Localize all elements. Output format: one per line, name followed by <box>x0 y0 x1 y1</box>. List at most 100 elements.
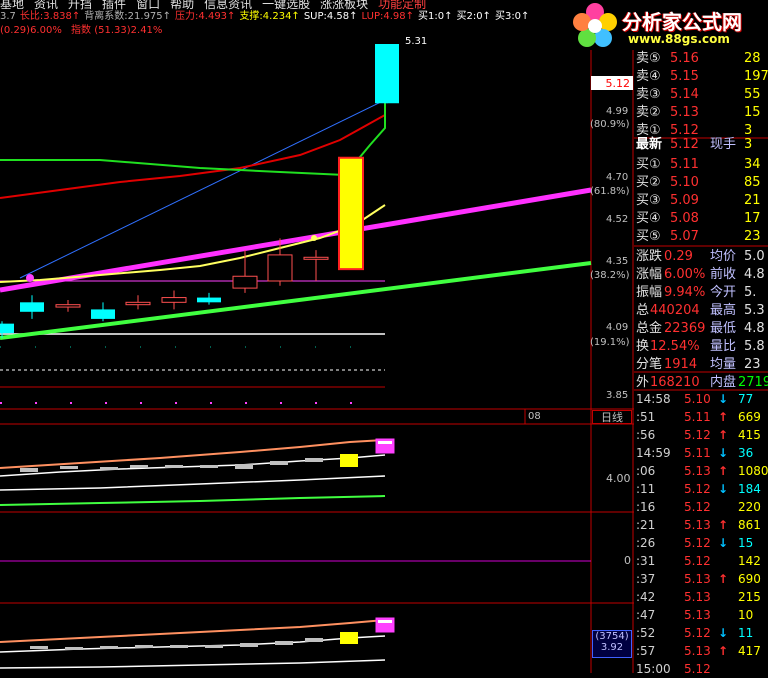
tick-row[interactable]: :42 5.13 215 <box>634 588 768 606</box>
tick-price: 5.13 <box>684 590 711 604</box>
stat-row: 换 12.54% 量比 5.8 <box>634 338 768 356</box>
marker-dot <box>26 274 34 282</box>
arrow-down-icon: ↓ <box>718 482 729 496</box>
tick-row[interactable]: :11 5.12 ↓ 184 <box>634 480 768 498</box>
tick-row[interactable]: :47 5.13 10 <box>634 606 768 624</box>
tick-row[interactable]: :31 5.12 142 <box>634 552 768 570</box>
price-axis-label: (38.2%) <box>590 270 630 281</box>
tick-time: :51 <box>636 410 656 424</box>
stat-value: 22369 <box>664 321 706 336</box>
stat-label: 总金 <box>636 321 663 336</box>
tick-volume: 184 <box>738 482 761 496</box>
tick-row[interactable]: 15:00 5.12 <box>634 660 768 678</box>
buy-level-row[interactable]: 买③ 5.09 21 <box>634 192 768 210</box>
tick-row[interactable]: :51 5.11 ↑ 669 <box>634 408 768 426</box>
tick-row[interactable]: 14:58 5.10 ↓ 77 <box>634 390 768 408</box>
tick-price: 5.12 <box>684 626 711 640</box>
last-price-row[interactable]: 最新 5.12 现手 3 <box>634 136 768 154</box>
candle-body <box>197 297 221 303</box>
menu-item-5[interactable]: 帮助 <box>170 0 194 10</box>
stat-row: 分笔 1914 均量 23 <box>634 356 768 374</box>
menu-item-2[interactable]: 升挡 <box>68 0 92 10</box>
stat-label: 振幅 <box>636 285 663 300</box>
price-axis-label: (19.1%) <box>590 337 630 348</box>
tick-volume: 77 <box>738 392 754 406</box>
sell-level-row[interactable]: 卖② 5.13 15 <box>634 104 768 122</box>
horizontal-levels <box>0 280 385 404</box>
arrow-up-icon: ↑ <box>718 464 729 478</box>
stat-value-2: 4.8 <box>744 321 765 336</box>
price-axis-label: 3.85 <box>606 390 629 401</box>
tick-time: :42 <box>636 590 656 604</box>
menu-item-4[interactable]: 窗口 <box>136 0 160 10</box>
menu-item-6[interactable]: 信息资讯 <box>204 0 252 10</box>
stat-value: 12.54% <box>650 339 700 354</box>
tick-price: 5.13 <box>684 572 711 586</box>
arrow-down-icon: ↓ <box>718 626 729 640</box>
menu-item-3[interactable]: 插件 <box>102 0 126 10</box>
tick-time: :57 <box>636 644 656 658</box>
tick-row[interactable]: :21 5.13 ↑ 861 <box>634 516 768 534</box>
tick-row[interactable]: :06 5.13 ↑ 1080 <box>634 462 768 480</box>
ma-green-line <box>0 85 386 177</box>
sell-level-row[interactable]: 卖⑤ 5.16 28 <box>634 50 768 68</box>
stat-row: 总 440204 最高 5.3 <box>634 302 768 320</box>
arrow-down-icon: ↓ <box>718 392 729 406</box>
site-logo: 分析家公式网 www.88gs.com <box>570 0 768 50</box>
tick-volume: 690 <box>738 572 761 586</box>
tick-time: :16 <box>636 500 656 514</box>
tick-price: 5.13 <box>684 518 711 532</box>
last-price: 5.12 <box>670 137 699 152</box>
tick-row[interactable]: :26 5.12 ↓ 15 <box>634 534 768 552</box>
candle-body <box>161 297 187 303</box>
flower-logo-icon <box>573 3 617 47</box>
buy-level-row[interactable]: 买② 5.10 85 <box>634 174 768 192</box>
stat-label-2: 量比 <box>710 339 737 354</box>
logo-url: www.88gs.com <box>628 32 730 46</box>
stat-row: 涨跌 0.29 均价 5.0 <box>634 248 768 266</box>
sell-level-row[interactable]: 卖③ 5.14 55 <box>634 86 768 104</box>
indicator-item-7: 买2:0↑ <box>456 11 491 22</box>
quote-label: 卖② <box>636 105 661 120</box>
menu-item-1[interactable]: 资讯 <box>34 0 58 10</box>
current-price-tag: 5.12 <box>606 77 631 90</box>
menu-item-8[interactable]: 涨涨板块 <box>320 0 368 10</box>
quote-volume: 197 <box>744 69 768 84</box>
price-axis-label: 4.70 <box>606 172 629 183</box>
tick-row[interactable]: :37 5.13 ↑ 690 <box>634 570 768 588</box>
sell-level-row[interactable]: 卖④ 5.15 197 <box>634 68 768 86</box>
menu-item-9[interactable]: 功能定制 <box>378 0 426 10</box>
tick-price: 5.12 <box>684 662 711 676</box>
stat-label-2: 今开 <box>710 285 737 300</box>
tab-daily[interactable]: 日线 <box>592 410 632 424</box>
tick-row[interactable]: :52 5.12 ↓ 11 <box>634 624 768 642</box>
tick-row[interactable]: :16 5.12 220 <box>634 498 768 516</box>
buy-level-row[interactable]: 买① 5.11 34 <box>634 156 768 174</box>
stat-value: 440204 <box>650 303 700 318</box>
tick-row[interactable]: 14:59 5.11 ↓ 36 <box>634 444 768 462</box>
menu-item-0[interactable]: 基地 <box>0 0 24 10</box>
tick-volume: 36 <box>738 446 754 460</box>
stat-label: 涨幅 <box>636 267 663 282</box>
quote-price: 5.11 <box>670 157 699 172</box>
quote-price: 5.08 <box>670 211 699 226</box>
last-label: 最新 <box>636 137 663 152</box>
tick-row[interactable]: :57 5.13 ↑ 417 <box>634 642 768 660</box>
tick-row[interactable]: :56 5.12 ↑ 415 <box>634 426 768 444</box>
indicator-item-8: 买3:0↑ <box>494 11 530 22</box>
tick-price: 5.13 <box>684 464 711 478</box>
quote-price: 5.07 <box>670 229 699 244</box>
buy-level-row[interactable]: 买④ 5.08 17 <box>634 210 768 228</box>
menu-item-7[interactable]: 一键选股 <box>262 0 310 10</box>
indicator-item-2: 压力:4.493↑ <box>175 11 236 22</box>
arrow-up-icon: ↑ <box>718 518 729 532</box>
tick-volume: 1080 <box>738 464 768 478</box>
date-label: 08 <box>528 411 541 422</box>
sub1-axis-label: 4.00 <box>606 472 631 485</box>
quote-volume: 23 <box>744 229 761 244</box>
buy-level-row[interactable]: 买⑤ 5.07 23 <box>634 228 768 246</box>
tick-price: 5.11 <box>684 410 711 424</box>
price-axis-label: 4.52 <box>606 214 629 225</box>
tick-list: 14:58 5.10 ↓ 77:51 5.11 ↑ 669:56 5.12 ↑ 415 14:59 5… <box>634 390 768 676</box>
quote-volume: 15 <box>744 105 761 120</box>
